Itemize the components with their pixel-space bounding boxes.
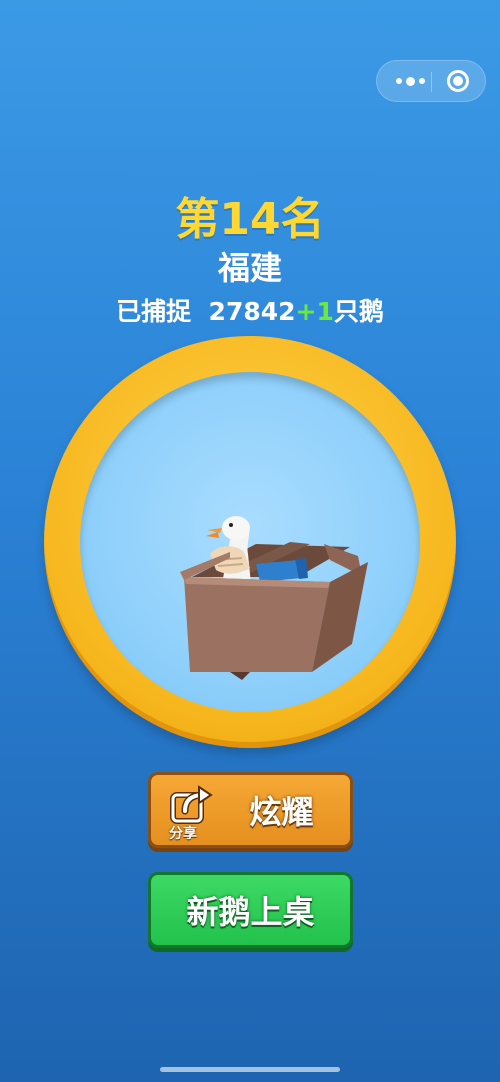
province-name: 福建 (217, 249, 282, 287)
medallion-inner (80, 372, 420, 712)
new-goose-button-label: 新鹅上桌 (186, 893, 315, 931)
close-circle-icon[interactable] (447, 70, 469, 92)
miniprogram-capsule (376, 60, 486, 102)
caught-plus: +1 (295, 297, 334, 326)
share-button[interactable]: 分享 炫耀 (148, 772, 353, 848)
more-dots-icon[interactable] (391, 61, 429, 101)
goose-in-box-illustration (180, 516, 368, 680)
share-button-label: 炫耀 (249, 793, 314, 831)
new-goose-button[interactable]: 新鹅上桌 (148, 872, 353, 948)
home-indicator (160, 1067, 340, 1072)
share-sublabel: 分享 (169, 826, 197, 842)
caught-prefix: 已捕捉 (116, 297, 192, 326)
rank-title: 第14名 (175, 194, 325, 245)
caught-count: 27842 (208, 297, 296, 326)
share-export-icon (170, 785, 213, 824)
capsule-divider (431, 72, 432, 92)
caught-count-line: 已捕捉 27842+1只鹅 (0, 292, 500, 328)
medallion-ring (44, 336, 456, 748)
caught-unit: 只鹅 (333, 297, 384, 326)
